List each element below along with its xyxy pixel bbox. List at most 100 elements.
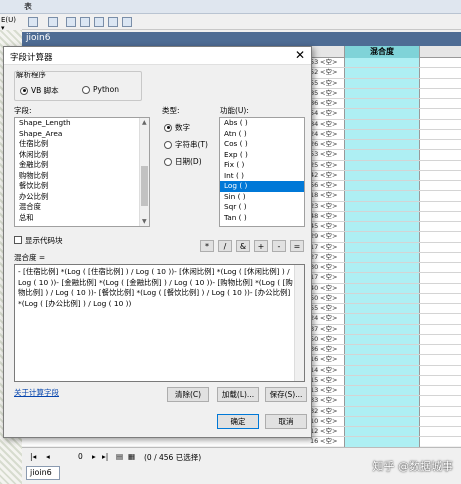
type-number-radio[interactable]: 数字	[164, 122, 190, 133]
table-row[interactable]: 50 <空>	[300, 334, 461, 345]
table-row[interactable]: 33 <空>	[300, 396, 461, 407]
functions-listbox[interactable]: Abs ( ) Atn ( ) Cos ( ) Exp ( ) Fix ( ) Int (…	[219, 117, 305, 227]
table-row[interactable]: 30 <空>	[300, 263, 461, 274]
next-record-icon[interactable]: ▸	[92, 452, 96, 461]
switch-selection-icon[interactable]	[80, 17, 90, 27]
selected-column-cell[interactable]	[344, 58, 420, 68]
show-codeblock-checkbox[interactable]	[14, 236, 22, 244]
zoom-to-selected-icon[interactable]	[108, 17, 118, 27]
select-by-attributes-icon[interactable]	[66, 17, 76, 27]
table-row[interactable]: 16 <空>	[300, 355, 461, 366]
table-row[interactable]: 27 <空>	[300, 252, 461, 263]
parser-python-radio[interactable]: Python	[82, 85, 119, 94]
selected-column-cell[interactable]	[344, 334, 420, 344]
table-row[interactable]: 18 <空>	[300, 191, 461, 202]
fields-scrollbar[interactable]: ▲ ▼	[139, 118, 149, 226]
selected-column-cell[interactable]	[344, 437, 420, 447]
table-row[interactable]: 25 <空>	[300, 160, 461, 171]
field-item[interactable]: Shape_Area	[15, 129, 149, 140]
table-row[interactable]: 52 <空>	[300, 68, 461, 79]
selected-column-cell[interactable]	[344, 293, 420, 303]
fields-listbox[interactable]: Shape_Length Shape_Area 住宿比例 休闲比例 金融比例 购物比例 餐饮…	[14, 117, 150, 227]
selected-column-cell[interactable]	[344, 222, 420, 232]
table-row[interactable]: 12 <空>	[300, 427, 461, 438]
table-row[interactable]: 26 <空>	[300, 140, 461, 151]
ok-button[interactable]: 确定	[217, 414, 259, 429]
function-item[interactable]: Int ( )	[220, 171, 304, 182]
first-record-icon[interactable]: |◂	[30, 452, 36, 461]
function-item[interactable]: Tan ( )	[220, 213, 304, 224]
selected-column-cell[interactable]	[344, 119, 420, 129]
op-divide-button[interactable]: /	[218, 240, 232, 252]
selected-column-cell[interactable]	[344, 283, 420, 293]
table-row[interactable]: 84 <空>	[300, 119, 461, 130]
selected-column-cell[interactable]	[344, 181, 420, 191]
scroll-down-icon[interactable]: ▼	[142, 218, 147, 225]
op-plus-button[interactable]: +	[254, 240, 268, 252]
selected-column-cell[interactable]	[344, 109, 420, 119]
table-row[interactable]: 36 <空>	[300, 345, 461, 356]
about-calculate-field-link[interactable]: 关于计算字段	[14, 387, 59, 398]
table-row[interactable]: 15 <空>	[300, 375, 461, 386]
selected-column-cell[interactable]	[344, 160, 420, 170]
parser-vbscript-radio[interactable]: VB 脚本	[20, 85, 59, 96]
load-button[interactable]: 加载(L)...	[217, 387, 259, 402]
field-item[interactable]: 混合度	[15, 202, 149, 213]
table-row[interactable]: 50 <空>	[300, 293, 461, 304]
op-minus-button[interactable]: -	[272, 240, 286, 252]
selected-column-cell[interactable]	[344, 68, 420, 78]
selected-column-cell[interactable]	[344, 201, 420, 211]
table-row[interactable]: 42 <空>	[300, 170, 461, 181]
current-record[interactable]: 0	[78, 452, 83, 461]
table-tab[interactable]: jioin6	[26, 466, 60, 480]
field-item[interactable]: 餐饮比例	[15, 181, 149, 192]
selected-column-cell[interactable]	[344, 129, 420, 139]
show-all-records-icon[interactable]: ▤	[116, 452, 123, 461]
selected-column-cell[interactable]	[344, 211, 420, 221]
table-row[interactable]: 24 <空>	[300, 314, 461, 325]
cancel-button[interactable]: 取消	[265, 414, 307, 429]
selected-column-cell[interactable]	[344, 140, 420, 150]
selected-column-cell[interactable]	[344, 345, 420, 355]
function-item[interactable]: Log ( )	[220, 181, 304, 192]
expression-textarea[interactable]: - [住宿比例] *(Log ( [住宿比例] ) / Log ( 10 ))-…	[14, 264, 305, 382]
field-item[interactable]: 住宿比例	[15, 139, 149, 150]
show-selected-records-icon[interactable]: ▦	[128, 452, 135, 461]
table-row[interactable]: 10 <空>	[300, 416, 461, 427]
table-row[interactable]: 53 <空>	[300, 150, 461, 161]
table-row[interactable]: 86 <空>	[300, 99, 461, 110]
selected-column-cell[interactable]	[344, 304, 420, 314]
table-options-icon[interactable]	[28, 17, 38, 27]
table-row[interactable]: 29 <空>	[300, 232, 461, 243]
table-row[interactable]: 13 <空>	[300, 386, 461, 397]
selected-column-cell[interactable]	[344, 273, 420, 283]
selected-column-cell[interactable]	[344, 396, 420, 406]
field-item[interactable]: Shape_Length	[15, 118, 149, 129]
function-item[interactable]: Fix ( )	[220, 160, 304, 171]
last-record-icon[interactable]: ▸|	[102, 452, 108, 461]
table-row[interactable]: 16 <空>	[300, 437, 461, 448]
selected-column-cell[interactable]	[344, 427, 420, 437]
selected-column-cell[interactable]	[344, 191, 420, 201]
clear-selection-icon[interactable]	[94, 17, 104, 27]
selected-column-cell[interactable]	[344, 170, 420, 180]
table-row[interactable]: 37 <空>	[300, 324, 461, 335]
selected-column-cell[interactable]	[344, 314, 420, 324]
selected-column-cell[interactable]	[344, 88, 420, 98]
table-row[interactable]: 45 <空>	[300, 222, 461, 233]
scroll-up-icon[interactable]: ▲	[142, 119, 147, 126]
op-equals-button[interactable]: =	[290, 240, 304, 252]
type-date-radio[interactable]: 日期(D)	[164, 156, 202, 167]
selected-column-cell[interactable]	[344, 99, 420, 109]
selected-column-cell[interactable]	[344, 375, 420, 385]
column-header-hunhedu[interactable]: 混合度	[344, 46, 420, 58]
selected-column-cell[interactable]	[344, 78, 420, 88]
table-row[interactable]: 14 <空>	[300, 365, 461, 376]
function-item[interactable]: Cos ( )	[220, 139, 304, 150]
function-item[interactable]: Sqr ( )	[220, 202, 304, 213]
op-multiply-button[interactable]: *	[200, 240, 214, 252]
function-item[interactable]: Exp ( )	[220, 150, 304, 161]
selected-column-cell[interactable]	[344, 263, 420, 273]
function-item[interactable]: Sin ( )	[220, 192, 304, 203]
delete-selected-icon[interactable]	[122, 17, 132, 27]
